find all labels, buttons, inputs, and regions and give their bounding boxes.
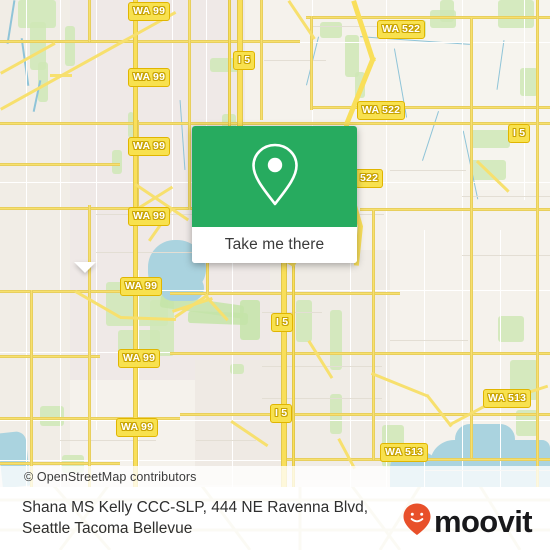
map-shield-wa-99: WA 99: [116, 418, 159, 437]
map-shield-522: 522: [355, 169, 384, 188]
take-me-there-label: Take me there: [224, 236, 325, 253]
map-primary-road: [50, 74, 72, 78]
map-street: [138, 270, 140, 487]
map-street: [500, 230, 502, 487]
map-attribution[interactable]: © OpenStreetMap contributors: [0, 466, 550, 487]
map-shield-wa-522: WA 522: [377, 20, 426, 39]
map-street: [350, 240, 352, 487]
map-primary-road: [470, 18, 474, 458]
map-primary-road: [180, 413, 550, 417]
map-street: [524, 0, 526, 200]
map-water-lake-washington: [455, 424, 515, 454]
moovit-smiley-pin-icon: [402, 502, 432, 541]
map-shield-i-5: I 5: [270, 404, 293, 423]
map-shield-wa-513: WA 513: [380, 443, 429, 462]
map-street: [232, 250, 234, 487]
map-primary-road: [88, 205, 92, 487]
map-primary-road: [88, 0, 92, 42]
map-park: [330, 310, 342, 370]
map-shield-wa-99: WA 99: [128, 137, 171, 156]
map-shield-i-5: I 5: [233, 51, 256, 70]
map-primary-road: [310, 106, 550, 110]
map-street: [60, 440, 156, 441]
map-park: [320, 22, 342, 38]
map-shield-wa-513: WA 513: [483, 389, 532, 408]
map-street: [172, 0, 174, 240]
map-street: [26, 0, 28, 487]
place-title: Shana MS Kelly CCC-SLP, 444 NE Ravenna B…: [22, 497, 372, 539]
map-shield-wa-99: WA 99: [118, 349, 161, 368]
map-primary-road: [306, 16, 550, 20]
map-primary-road: [0, 122, 550, 126]
place-title-line-2: Seattle Tacoma Bellevue: [22, 520, 193, 537]
footer-bar: Shana MS Kelly CCC-SLP, 444 NE Ravenna B…: [0, 487, 550, 550]
map-park: [112, 150, 122, 174]
map-shield-wa-522: WA 522: [357, 101, 406, 120]
map-primary-road: [0, 355, 100, 359]
map-shield-wa-99: WA 99: [128, 2, 171, 21]
map-street: [196, 440, 256, 441]
place-title-line-1: Shana MS Kelly CCC-SLP, 444 NE Ravenna B…: [22, 499, 369, 516]
map-primary-road: [0, 290, 120, 294]
map-shield-wa-99: WA 99: [120, 277, 163, 296]
map-primary-road: [372, 210, 376, 460]
map-street: [390, 340, 468, 341]
moovit-brand[interactable]: moovit: [402, 502, 533, 541]
map-primary-road: [188, 0, 192, 210]
map-shield-wa-99: WA 99: [128, 68, 171, 87]
map-park: [498, 0, 534, 28]
map-shield-i-5: I 5: [508, 124, 531, 143]
map-park: [470, 130, 510, 148]
moovit-wordmark: moovit: [433, 503, 533, 539]
card-hero: [192, 126, 357, 227]
map-primary-road: [0, 163, 120, 167]
map-primary-road: [536, 0, 540, 487]
map-street: [96, 0, 98, 430]
map-street: [264, 60, 326, 61]
map-primary-road: [360, 208, 550, 212]
map-shield-wa-99: WA 99: [128, 207, 171, 226]
map-street: [262, 398, 382, 399]
map-park: [498, 316, 524, 342]
map-primary-road: [30, 290, 34, 487]
attribution-text: © OpenStreetMap contributors: [24, 469, 197, 484]
map-park: [65, 26, 75, 66]
map-primary-road: [170, 352, 550, 356]
destination-card[interactable]: Take me there: [192, 126, 357, 263]
map-pin-icon: [246, 143, 304, 210]
map-greenway: [240, 300, 260, 340]
map-street: [390, 170, 466, 171]
map-motorway-i5: [281, 250, 287, 487]
map-screenshot: WA 99 WA 522 I 5 WA 99 WA 522 WA 99 I 5 522 WA 9…: [0, 0, 550, 550]
map-primary-road: [0, 462, 120, 466]
map-motorway-i5: [292, 250, 295, 487]
map-primary-road: [0, 40, 300, 44]
map-park: [296, 300, 312, 342]
map-shield-i-5: I 5: [271, 313, 294, 332]
card-pointer-tail: [74, 262, 96, 273]
map-primary-road: [260, 0, 264, 120]
map-lake-green-lake: [160, 275, 204, 301]
take-me-there-button[interactable]: Take me there: [192, 227, 357, 263]
